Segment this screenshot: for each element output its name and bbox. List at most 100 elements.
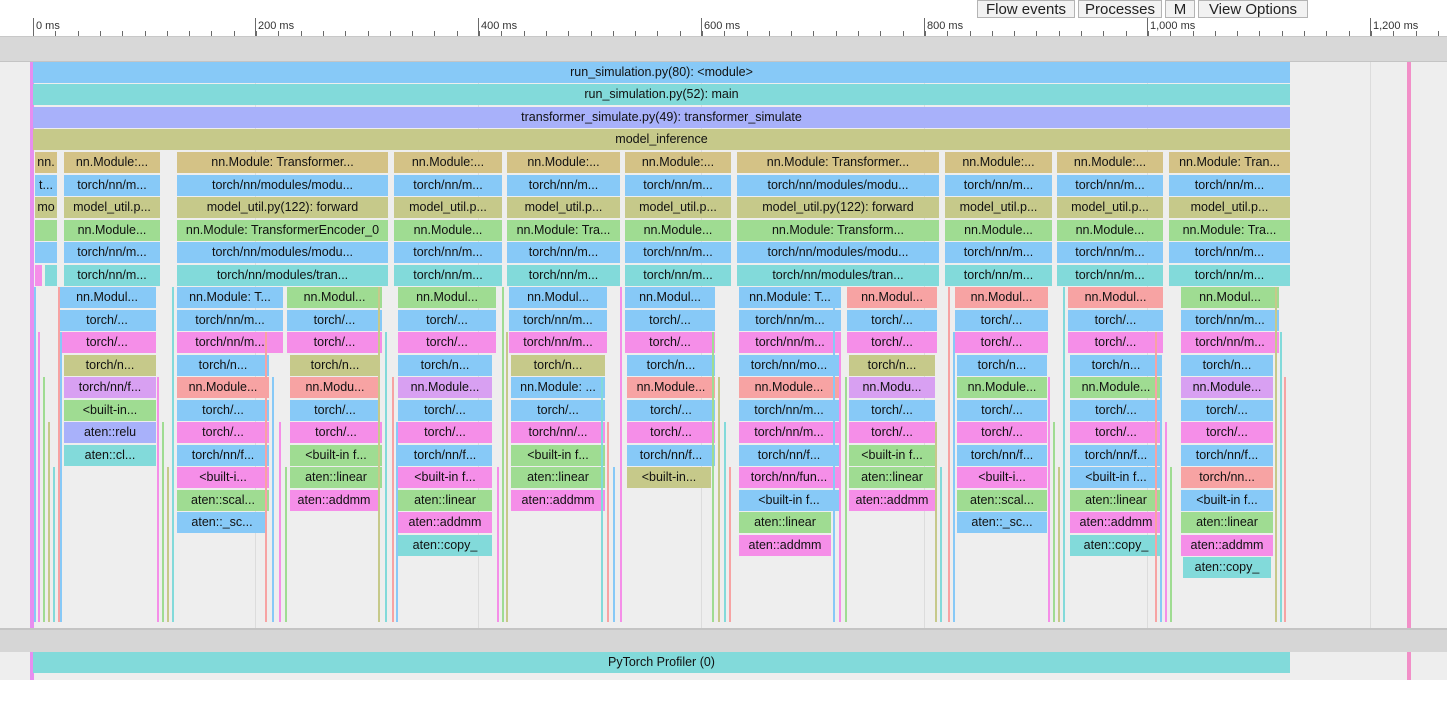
flame-slice[interactable]: torch/nn/f... xyxy=(177,444,269,466)
flame-slice[interactable]: torch/nn/m... xyxy=(177,309,283,331)
flame-slice[interactable]: aten::_sc... xyxy=(177,512,267,533)
flame-slice[interactable]: torch/... xyxy=(625,332,715,353)
flame-slice[interactable]: nn.Module: Tra... xyxy=(507,219,620,241)
flame-slice[interactable]: model_util.p... xyxy=(625,197,731,218)
flame-slice[interactable]: torch/nn/m... xyxy=(507,264,620,286)
flame-slice[interactable]: torch/nn/m... xyxy=(64,264,160,286)
flame-slice[interactable]: aten::linear xyxy=(511,467,605,488)
flame-slice[interactable]: torch/... xyxy=(849,399,935,421)
flame-slice[interactable]: torch/... xyxy=(847,332,937,353)
flame-slice[interactable]: aten::_sc... xyxy=(957,512,1047,533)
flame-slice[interactable]: nn.Module: ... xyxy=(511,377,605,398)
thin-slice[interactable] xyxy=(601,377,603,622)
thin-slice[interactable] xyxy=(43,377,45,622)
flame-slice[interactable]: torch/nn/m... xyxy=(945,174,1052,196)
flame-slice[interactable]: aten::linear xyxy=(1070,489,1162,511)
slice-transformer-simulate[interactable]: transformer_simulate.py(49): transformer… xyxy=(33,107,1290,128)
thin-slice[interactable] xyxy=(1048,377,1050,622)
flame-slice[interactable]: <built-in f... xyxy=(739,489,839,511)
flame-slice[interactable]: torch/nn/m... xyxy=(739,422,839,443)
flame-slice[interactable]: torch/nn/f... xyxy=(398,444,492,466)
flame-slice[interactable]: torch/... xyxy=(847,309,937,331)
thin-slice[interactable] xyxy=(1284,377,1286,622)
flame-slice[interactable]: nn.Module: T... xyxy=(177,287,283,308)
thin-slice[interactable] xyxy=(1155,332,1157,622)
flame-slice[interactable]: model_util.p... xyxy=(945,197,1052,218)
flame-slice[interactable]: nn.Modul... xyxy=(955,287,1048,308)
flame-slice[interactable]: torch/nn/fun... xyxy=(739,467,839,488)
flame-slice[interactable]: torch/nn/m... xyxy=(507,174,620,196)
flame-slice[interactable]: torch/nn/m... xyxy=(1181,332,1279,353)
flame-slice[interactable]: nn.Modu... xyxy=(849,377,935,398)
flame-slice[interactable]: <built-in f... xyxy=(849,444,935,466)
flame-track[interactable]: run_simulation.py(80): <module> run_simu… xyxy=(0,62,1447,628)
flame-slice[interactable]: <built-in... xyxy=(64,399,156,421)
flame-slice[interactable]: torch/nn/... xyxy=(511,422,605,443)
flame-slice[interactable]: torch/... xyxy=(398,309,496,331)
flame-slice[interactable]: torch/nn/m... xyxy=(945,242,1052,263)
flame-slice[interactable]: <built-in f... xyxy=(1070,467,1162,488)
flame-slice[interactable]: torch/nn/f... xyxy=(64,377,156,398)
flame-slice[interactable]: torch/nn/m... xyxy=(1169,174,1290,196)
flame-slice[interactable]: nn.Modul... xyxy=(1181,287,1279,308)
flame-slice[interactable]: torch/nn/m... xyxy=(1057,174,1163,196)
slice-main[interactable]: run_simulation.py(52): main xyxy=(33,84,1290,105)
thin-slice[interactable] xyxy=(1063,287,1065,622)
flame-slice[interactable]: nn.Module:... xyxy=(394,152,502,173)
flame-slice[interactable]: aten::linear xyxy=(739,512,831,533)
flame-slice[interactable]: torch/... xyxy=(398,332,496,353)
thin-slice[interactable] xyxy=(285,467,287,622)
thin-slice[interactable] xyxy=(272,377,274,622)
flame-slice[interactable]: nn.Modul... xyxy=(625,287,715,308)
flame-slice[interactable]: aten::copy_ xyxy=(1070,534,1162,556)
flame-slice[interactable]: torch/nn/m... xyxy=(625,174,731,196)
flame-slice[interactable]: nn.Module: TransformerEncoder_0 xyxy=(177,219,388,241)
flame-slice[interactable]: torch/n... xyxy=(177,354,269,376)
flame-slice[interactable]: torch/nn/m... xyxy=(625,242,731,263)
thin-slice[interactable] xyxy=(265,332,267,622)
flame-slice[interactable]: aten::addmm xyxy=(739,534,831,556)
flame-slice[interactable]: nn.Module... xyxy=(1057,219,1163,241)
thin-slice[interactable] xyxy=(1280,332,1282,622)
flame-slice[interactable]: mo xyxy=(35,197,57,218)
thin-slice[interactable] xyxy=(620,287,622,622)
flame-slice[interactable]: torch/nn/f... xyxy=(1181,444,1273,466)
flame-slice[interactable] xyxy=(35,264,42,286)
flame-slice[interactable]: torch/n... xyxy=(511,354,605,376)
flame-slice[interactable]: torch/... xyxy=(849,422,935,443)
flame-slice[interactable]: nn.Module... xyxy=(177,377,269,398)
flame-slice[interactable]: torch/nn/f... xyxy=(739,444,839,466)
flame-slice[interactable]: torch/... xyxy=(625,309,715,331)
thin-slice[interactable] xyxy=(167,467,169,622)
flame-slice[interactable]: torch/nn/m... xyxy=(394,174,502,196)
flame-slice[interactable]: torch/... xyxy=(957,399,1047,421)
thin-slice[interactable] xyxy=(1053,422,1055,622)
flame-slice[interactable]: nn.Module: Transform... xyxy=(737,219,939,241)
flame-slice[interactable]: nn. xyxy=(35,152,57,173)
flame-slice[interactable]: <built-in f... xyxy=(290,444,382,466)
flame-slice[interactable]: torch/... xyxy=(177,399,269,421)
flame-slice[interactable]: torch/... xyxy=(290,422,382,443)
flame-slice[interactable]: nn.Module: Transformer... xyxy=(737,152,939,173)
flame-slice[interactable]: <built-in f... xyxy=(1181,489,1273,511)
thin-slice[interactable] xyxy=(953,332,955,622)
flame-slice[interactable]: torch/nn/modules/tran... xyxy=(177,264,388,286)
thin-slice[interactable] xyxy=(940,467,942,622)
flame-slice[interactable]: nn.Module... xyxy=(627,377,715,398)
profiler-header[interactable] xyxy=(0,628,1447,652)
thin-slice[interactable] xyxy=(497,467,499,622)
flame-slice[interactable]: torch/nn/m... xyxy=(509,332,607,353)
flame-slice[interactable]: aten::scal... xyxy=(957,489,1047,511)
flame-slice[interactable]: nn.Module:... xyxy=(625,152,731,173)
flame-slice[interactable]: torch/nn/m... xyxy=(394,264,502,286)
flame-slice[interactable]: nn.Module... xyxy=(1070,377,1162,398)
flame-slice[interactable]: torch/nn/modules/modu... xyxy=(177,242,388,263)
process-header[interactable] xyxy=(0,37,1447,62)
flame-slice[interactable]: torch/nn/m... xyxy=(945,264,1052,286)
thin-slice[interactable] xyxy=(53,467,55,622)
flame-slice[interactable]: torch/nn/m... xyxy=(1169,242,1290,263)
flame-slice[interactable]: torch/... xyxy=(58,332,156,353)
flame-slice[interactable]: nn.Modul... xyxy=(847,287,937,308)
thin-slice[interactable] xyxy=(613,467,615,622)
flame-slice[interactable]: nn.Modul... xyxy=(1068,287,1163,308)
